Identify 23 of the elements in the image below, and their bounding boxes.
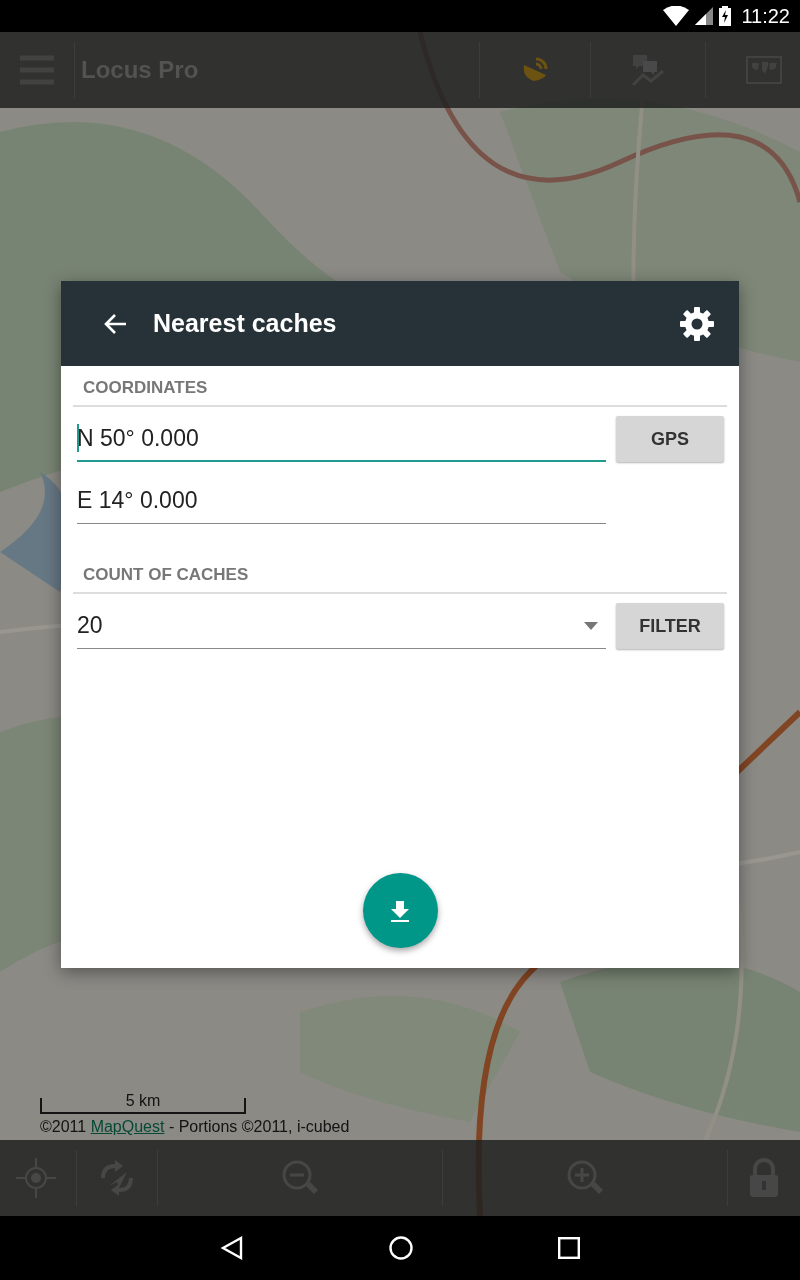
home-icon[interactable] — [389, 1236, 413, 1260]
map-attribution: ©2011 MapQuest - Portions ©2011, i-cubed — [40, 1118, 351, 1136]
settings-icon[interactable] — [679, 305, 715, 342]
dropdown-caret-icon — [584, 621, 598, 630]
input-field[interactable]: 20 — [77, 603, 606, 649]
download-icon — [388, 898, 412, 923]
chat-route-icon[interactable] — [631, 53, 665, 87]
crosshair-icon[interactable] — [16, 1158, 56, 1198]
status-time: 11:22 — [741, 4, 790, 28]
battery-charging-icon — [719, 6, 732, 26]
section-heading: COUNT OF CACHES — [73, 553, 727, 594]
action-button[interactable]: FILTER — [616, 603, 724, 649]
back-icon[interactable] — [220, 1236, 244, 1260]
wifi-icon — [663, 6, 690, 26]
action-button[interactable]: GPS — [616, 416, 724, 462]
dialog-title: Nearest caches — [153, 309, 337, 338]
input-field[interactable]: E 14° 0.000 — [77, 478, 606, 524]
input-field[interactable]: N 50° 0.000 — [77, 416, 606, 462]
signal-icon — [695, 7, 714, 25]
section-heading: COORDINATES — [73, 366, 727, 407]
recents-icon[interactable] — [558, 1237, 580, 1259]
back-arrow-icon[interactable] — [103, 312, 127, 335]
download-button[interactable] — [362, 873, 438, 948]
